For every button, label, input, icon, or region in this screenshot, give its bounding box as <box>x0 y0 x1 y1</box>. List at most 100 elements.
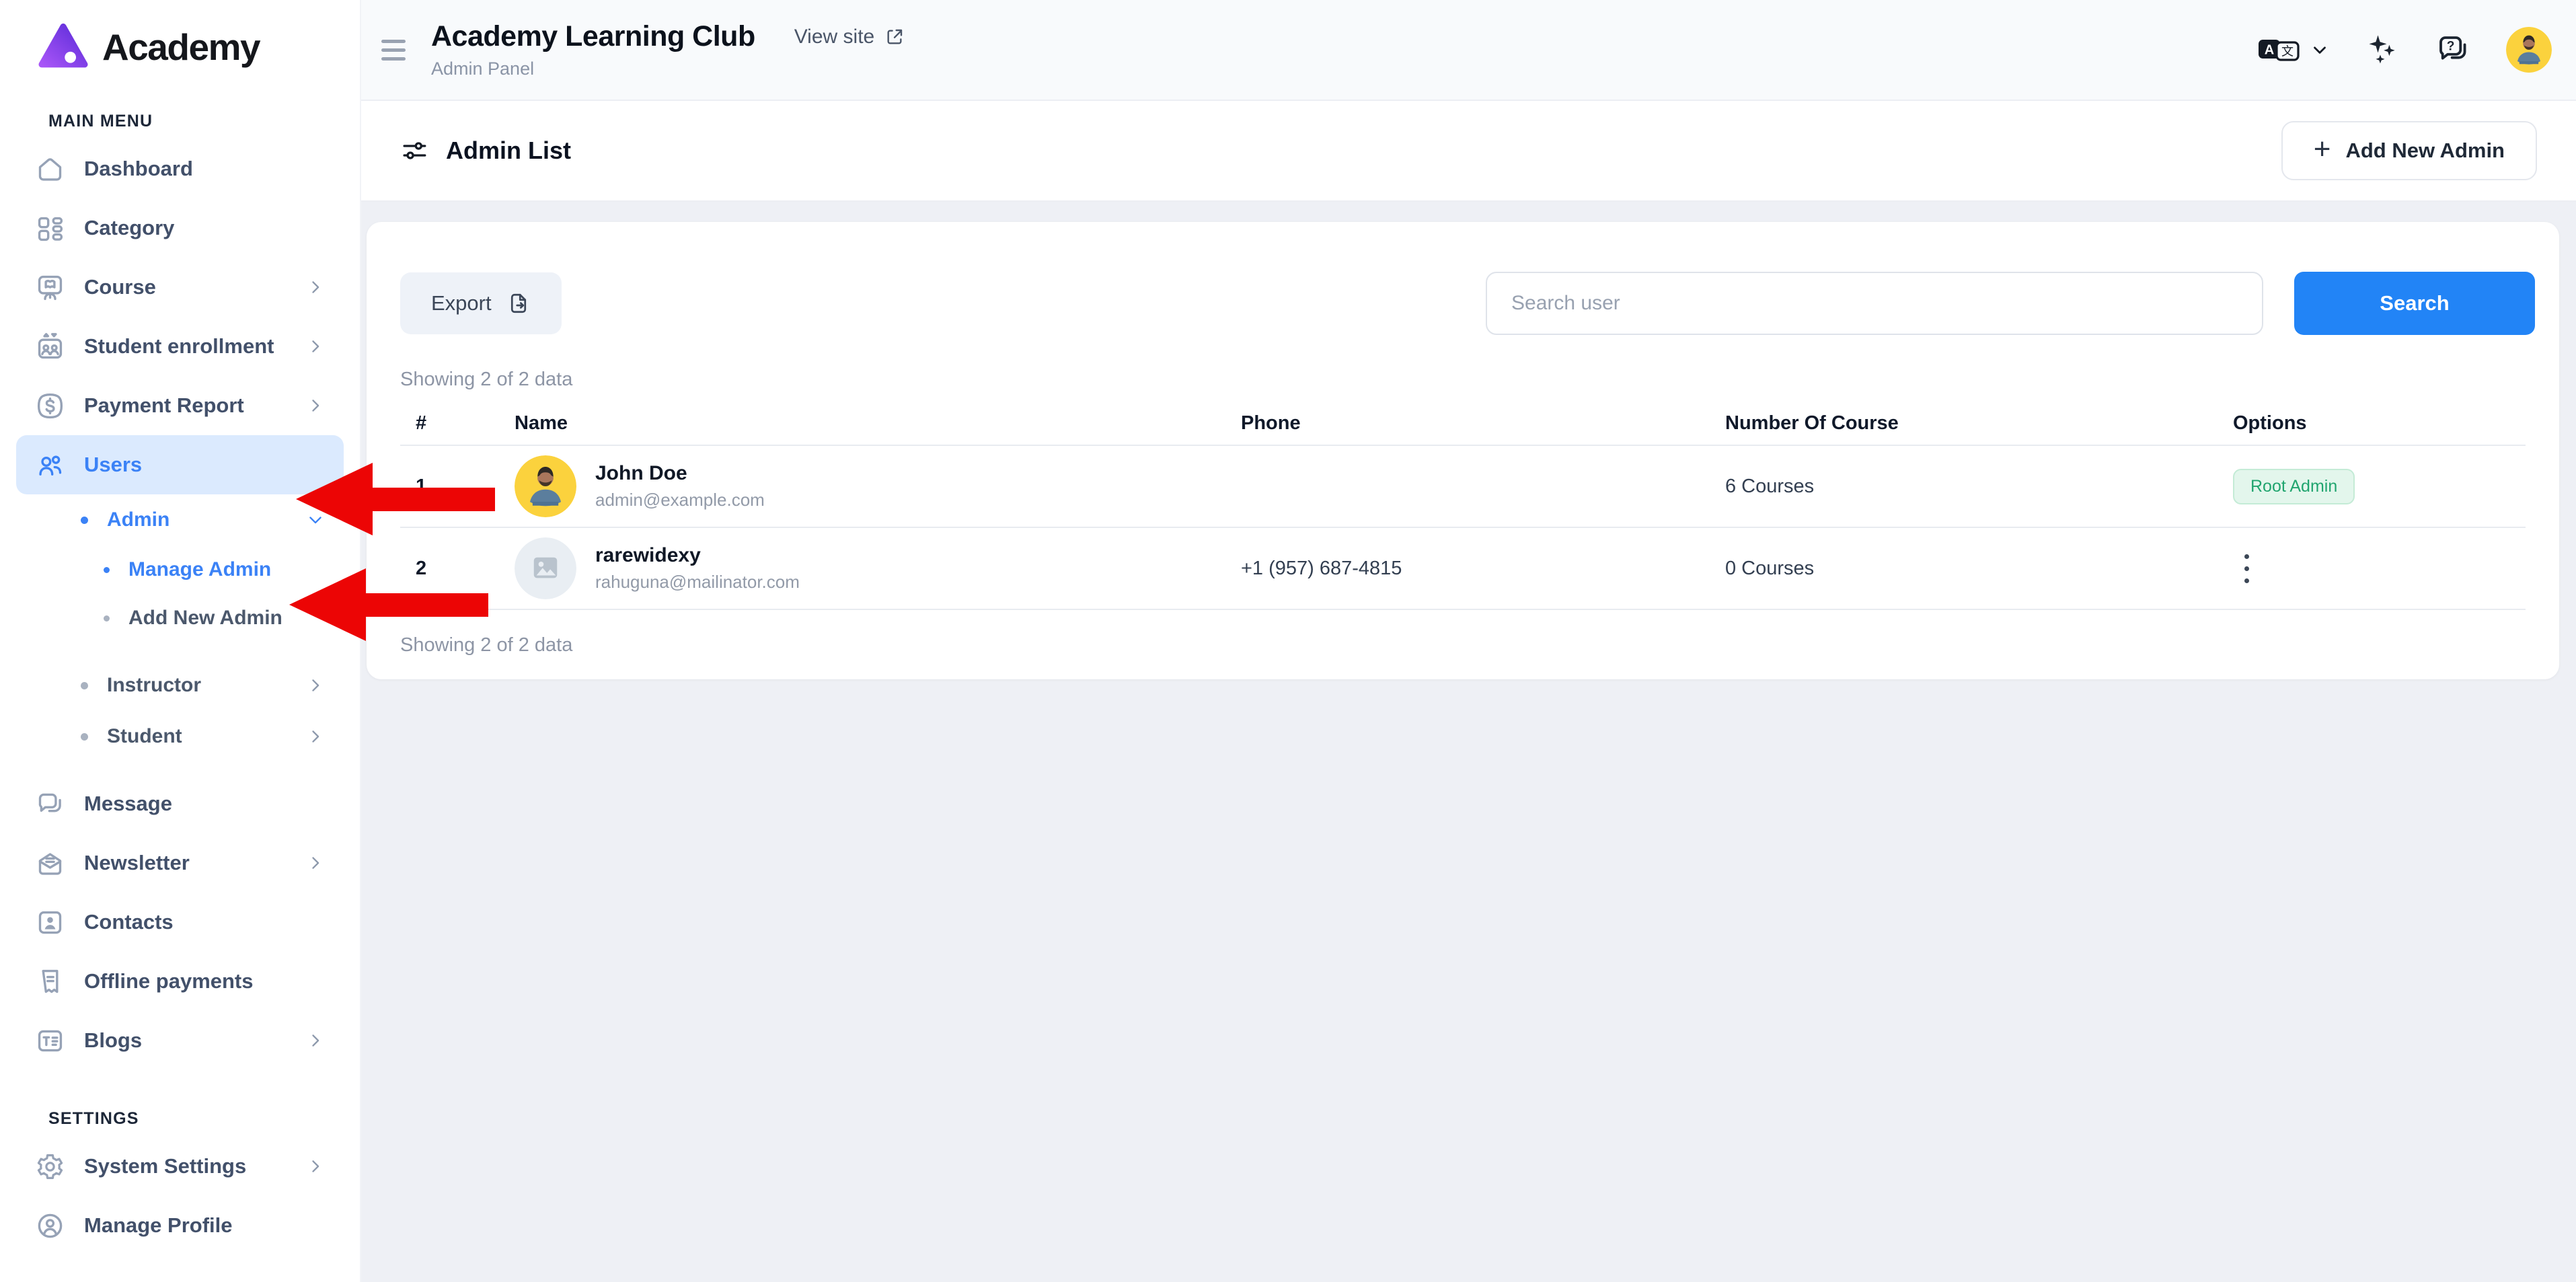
student-enrollment-icon <box>35 332 65 362</box>
sidebar-item-label: Contacts <box>84 910 174 934</box>
external-link-icon <box>884 26 905 48</box>
red-arrow-manage-admin <box>289 568 366 641</box>
app-title: Academy Learning Club <box>431 20 755 53</box>
table-row: 1 John Doe admin@example.com 6 Courses R… <box>400 446 2526 528</box>
search-input[interactable] <box>1486 272 2263 335</box>
sidebar-item-label: Instructor <box>107 674 201 697</box>
sidebar-item-dashboard[interactable]: Dashboard <box>16 139 344 198</box>
sidebar-item-label: Dashboard <box>84 157 193 181</box>
sidebar-item-label: Message <box>84 792 172 816</box>
chevron-right-icon <box>306 1031 325 1050</box>
options-cell: Root Admin <box>2233 469 2526 504</box>
sidebar-item-instructor[interactable]: Instructor <box>16 660 344 711</box>
sidebar-item-category[interactable]: Category <box>16 198 344 258</box>
bullet-icon <box>104 615 110 621</box>
column-header-options: Options <box>2233 412 2526 435</box>
home-icon <box>35 154 65 184</box>
bullet-icon <box>104 567 110 573</box>
column-header-courses: Number Of Course <box>1725 412 2233 435</box>
export-label: Export <box>431 291 492 315</box>
export-button[interactable]: Export <box>400 272 562 334</box>
user-email: rahuguna@mailinator.com <box>595 572 800 593</box>
column-header-phone: Phone <box>1241 412 1725 435</box>
sidebar-item-admin[interactable]: Admin <box>16 494 344 545</box>
showing-count-top: Showing 2 of 2 data <box>400 369 2526 391</box>
message-icon <box>35 789 65 819</box>
sidebar-item-system-settings[interactable]: System Settings <box>16 1137 344 1196</box>
sidebar-item-manage-profile[interactable]: Manage Profile <box>16 1196 344 1255</box>
profile-icon <box>35 1211 65 1241</box>
search-group: Search <box>1486 272 2535 335</box>
export-file-icon <box>506 291 531 315</box>
user-avatar[interactable] <box>2506 27 2552 73</box>
sidebar-item-offline-payments[interactable]: Offline payments <box>16 952 344 1011</box>
sidebar-item-newsletter[interactable]: Newsletter <box>16 833 344 893</box>
chevron-right-icon <box>306 676 325 695</box>
course-icon <box>35 272 65 303</box>
logo-text: Academy <box>102 26 260 69</box>
payment-dollar-icon <box>35 391 65 421</box>
logo[interactable]: Academy <box>0 0 360 74</box>
main-menu-label: MAIN MENU <box>48 112 360 131</box>
hamburger-menu-icon[interactable] <box>381 40 406 61</box>
chevron-right-icon <box>306 727 325 746</box>
sidebar-item-label: Newsletter <box>84 851 190 875</box>
sparkles-icon[interactable] <box>2365 32 2400 67</box>
sidebar-item-message[interactable]: Message <box>16 774 344 833</box>
user-name: rarewidexy <box>595 544 800 567</box>
sidebar-item-student[interactable]: Student <box>16 711 344 762</box>
sidebar-item-contacts[interactable]: Contacts <box>16 893 344 952</box>
bullet-icon <box>81 733 88 741</box>
chevron-right-icon <box>306 854 325 872</box>
chevron-right-icon <box>306 396 325 415</box>
red-arrow-users <box>296 463 373 535</box>
chevron-right-icon <box>306 278 325 297</box>
admin-list-card: Export Search Showing 2 of 2 data # Name… <box>367 222 2559 679</box>
translate-icon: A文 <box>2257 34 2300 65</box>
root-admin-badge: Root Admin <box>2233 469 2355 504</box>
sidebar-item-label: Student <box>107 725 182 748</box>
sidebar-item-student-enrollment[interactable]: Student enrollment <box>16 317 344 376</box>
view-site-link[interactable]: View site <box>794 26 906 48</box>
user-photo-avatar <box>515 455 576 517</box>
main-area: Academy Learning Club View site Admin Pa… <box>361 0 2576 1282</box>
page-header-band: Admin List + Add New Admin <box>361 101 2576 200</box>
newsletter-icon <box>35 848 65 878</box>
sidebar-item-label: Blogs <box>84 1028 142 1053</box>
sidebar: Academy MAIN MENU Dashboard Category Cou… <box>0 0 361 1282</box>
add-new-admin-button[interactable]: + Add New Admin <box>2281 121 2537 180</box>
sidebar-item-label: Category <box>84 216 174 240</box>
plus-icon: + <box>2314 135 2331 164</box>
table-row: 2 rarewidexy rahuguna@mailinator.com +1 … <box>400 528 2526 610</box>
bullet-icon <box>81 517 88 524</box>
sidebar-item-blogs[interactable]: Blogs <box>16 1011 344 1070</box>
user-courses: 0 Courses <box>1725 558 2233 580</box>
showing-count-bottom: Showing 2 of 2 data <box>400 634 2526 656</box>
search-button[interactable]: Search <box>2294 272 2535 335</box>
kebab-menu-icon[interactable] <box>2233 550 2260 587</box>
language-selector[interactable]: A文 <box>2257 34 2330 65</box>
user-name: John Doe <box>595 462 765 485</box>
users-icon <box>35 450 65 480</box>
sidebar-item-label: Admin <box>107 508 169 531</box>
sidebar-item-label: Add New Admin <box>128 607 282 630</box>
chevron-down-icon <box>2310 40 2330 60</box>
topbar-icons: A文 ? <box>2257 27 2552 73</box>
red-arrow-users-shaft <box>371 488 495 511</box>
receipt-icon <box>35 967 65 997</box>
svg-text:文: 文 <box>2281 45 2294 59</box>
sidebar-item-users[interactable]: Users <box>16 435 344 494</box>
sidebar-item-course[interactable]: Course <box>16 258 344 317</box>
page-title: Admin List <box>446 137 571 165</box>
sidebar-item-payment-report[interactable]: Payment Report <box>16 376 344 435</box>
sidebar-item-label: Course <box>84 275 156 299</box>
blogs-icon <box>35 1026 65 1056</box>
help-chat-icon[interactable]: ? <box>2435 32 2471 68</box>
sidebar-item-label: Manage Profile <box>84 1213 233 1238</box>
app-subtitle: Admin Panel <box>431 59 905 79</box>
name-cell: John Doe admin@example.com <box>515 455 1241 517</box>
category-grid-icon <box>35 213 65 243</box>
table-header-row: # Name Phone Number Of Course Options <box>400 402 2526 446</box>
sidebar-item-label: System Settings <box>84 1154 246 1178</box>
user-phone: +1 (957) 687-4815 <box>1241 558 1725 580</box>
